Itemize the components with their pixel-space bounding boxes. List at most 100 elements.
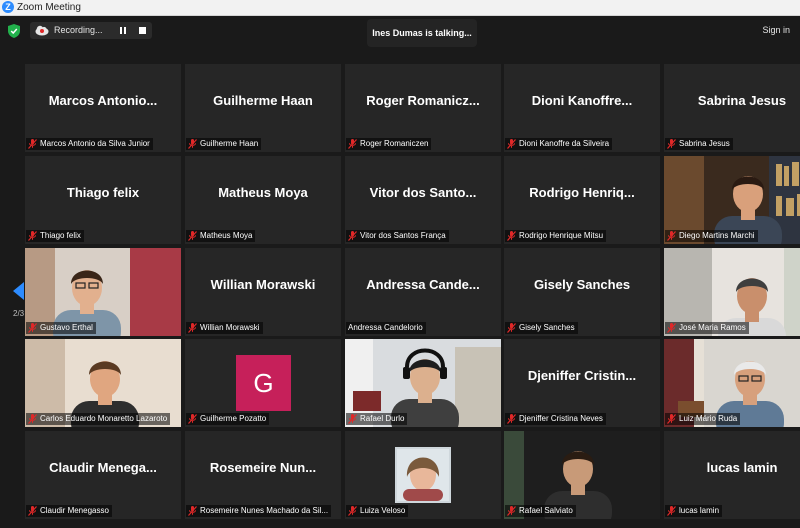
- participant-label-text: Guilherme Pozatto: [200, 414, 267, 423]
- participant-tile[interactable]: Luiza Veloso: [345, 431, 501, 519]
- meeting-topbar: Recording... Ines Dumas is talking... Si…: [0, 16, 800, 60]
- muted-mic-icon: [667, 230, 676, 241]
- active-speaker-banner: Ines Dumas is talking...: [367, 19, 477, 47]
- participant-tile[interactable]: Willian Morawski Willian Morawski: [185, 248, 341, 336]
- participant-tile[interactable]: Gisely Sanches Gisely Sanches: [504, 248, 660, 336]
- participant-name-label: Gustavo Erthal: [26, 322, 96, 334]
- previous-page-arrow-icon[interactable]: [13, 282, 24, 300]
- participant-display-name: Willian Morawski: [210, 277, 316, 292]
- participant-tile[interactable]: Andressa Cande... Andressa Candelorio: [345, 248, 501, 336]
- participant-tile[interactable]: Luiz Mário Ruda: [664, 339, 800, 427]
- participant-name-label: Rosemeire Nunes Machado da Sil...: [186, 505, 332, 517]
- muted-mic-icon: [348, 138, 357, 149]
- muted-mic-icon: [348, 230, 357, 241]
- participant-label-text: Luiz Mário Ruda: [679, 414, 738, 423]
- muted-mic-icon: [667, 413, 676, 424]
- participant-label-text: Andressa Candelorio: [348, 323, 423, 332]
- recording-label: Recording...: [54, 25, 103, 35]
- muted-mic-icon: [188, 322, 197, 333]
- participant-tile[interactable]: Djeniffer Cristin... Djeniffer Cristina …: [504, 339, 660, 427]
- participant-name-label: Gisely Sanches: [505, 322, 578, 334]
- participant-display-name: Guilherme Haan: [213, 93, 313, 108]
- muted-mic-icon: [507, 505, 516, 516]
- participant-label-text: Djeniffer Cristina Neves: [519, 414, 603, 423]
- participant-display-name: Claudir Menega...: [49, 460, 157, 475]
- muted-mic-icon: [507, 413, 516, 424]
- participant-tile[interactable]: Claudir Menega... Claudir Menegasso: [25, 431, 181, 519]
- participant-tile[interactable]: Rafael Salviato: [504, 431, 660, 519]
- participant-label-text: Rosemeire Nunes Machado da Sil...: [200, 506, 329, 515]
- participant-label-text: Marcos Antonio da Silva Junior: [40, 139, 150, 148]
- participant-name-label: Marcos Antonio da Silva Junior: [26, 138, 153, 150]
- stop-recording-button[interactable]: [139, 27, 146, 34]
- participant-label-text: Claudir Menegasso: [40, 506, 109, 515]
- participant-tile[interactable]: G Guilherme Pozatto: [185, 339, 341, 427]
- participant-name-label: José Maria Ramos: [665, 322, 749, 334]
- muted-mic-icon: [28, 505, 37, 516]
- recording-indicator: Recording...: [30, 22, 152, 39]
- participant-name-label: Diego Martins Marchi: [665, 230, 758, 242]
- participant-label-text: lucas lamin: [679, 506, 720, 515]
- participant-tile[interactable]: José Maria Ramos: [664, 248, 800, 336]
- participant-name-label: Vitor dos Santos França: [346, 230, 449, 242]
- window-title: Zoom Meeting: [17, 2, 81, 13]
- sign-in-link[interactable]: Sign in: [762, 25, 790, 35]
- participant-tile[interactable]: Rosemeire Nun... Rosemeire Nunes Machado…: [185, 431, 341, 519]
- zoom-logo-icon: Z: [2, 1, 14, 13]
- participant-display-name: Rodrigo Henriq...: [529, 185, 635, 200]
- participant-label-text: Guilherme Haan: [200, 139, 259, 148]
- participant-label-text: Gisely Sanches: [519, 323, 575, 332]
- participant-name-label: Claudir Menegasso: [26, 505, 112, 517]
- participant-name-label: Guilherme Haan: [186, 138, 262, 150]
- participant-tile[interactable]: Rodrigo Henriq... Rodrigo Henrique Mitsu: [504, 156, 660, 244]
- participant-name-label: Rafael Durlo: [346, 413, 408, 425]
- participant-label-text: Matheus Moya: [200, 231, 253, 240]
- participant-display-name: Marcos Antonio...: [48, 93, 158, 108]
- pause-recording-button[interactable]: [119, 26, 128, 35]
- muted-mic-icon: [348, 505, 357, 516]
- muted-mic-icon: [188, 230, 197, 241]
- participant-tile[interactable]: Vitor dos Santo... Vitor dos Santos Fran…: [345, 156, 501, 244]
- muted-mic-icon: [507, 138, 516, 149]
- participant-name-label: Djeniffer Cristina Neves: [505, 413, 606, 425]
- participant-label-text: Carlos Eduardo Monaretto Lazaroto: [40, 414, 168, 423]
- participant-label-text: Dioni Kanoffre da Silveira: [519, 139, 610, 148]
- cloud-recording-icon: [35, 25, 49, 36]
- participant-tile[interactable]: Marcos Antonio... Marcos Antonio da Silv…: [25, 64, 181, 152]
- profile-avatar: G: [236, 355, 291, 411]
- muted-mic-icon: [28, 138, 37, 149]
- participant-display-name: lucas lamin: [706, 460, 778, 475]
- participant-tile[interactable]: Dioni Kanoffre... Dioni Kanoffre da Silv…: [504, 64, 660, 152]
- participant-name-label: Willian Morawski: [186, 322, 263, 334]
- participant-display-name: Andressa Cande...: [366, 277, 480, 292]
- participant-tile[interactable]: Sabrina Jesus Sabrina Jesus: [664, 64, 800, 152]
- participant-name-label: Luiza Veloso: [346, 505, 409, 517]
- muted-mic-icon: [667, 505, 676, 516]
- muted-mic-icon: [667, 138, 676, 149]
- participant-display-name: Rosemeire Nun...: [209, 460, 317, 475]
- encryption-shield-icon[interactable]: [8, 24, 20, 38]
- participant-tile[interactable]: Roger Romanicz... Roger Romaniczen: [345, 64, 501, 152]
- participant-name-label: Matheus Moya: [186, 230, 256, 242]
- participant-name-label: Dioni Kanoffre da Silveira: [505, 138, 613, 150]
- muted-mic-icon: [28, 413, 37, 424]
- participant-tile[interactable]: lucas lamin lucas lamin: [664, 431, 800, 519]
- participant-display-name: Thiago felix: [66, 185, 140, 200]
- participant-display-name: Djeniffer Cristin...: [527, 368, 637, 383]
- muted-mic-icon: [507, 322, 516, 333]
- participant-tile[interactable]: Rafael Durlo: [345, 339, 501, 427]
- muted-mic-icon: [28, 322, 37, 333]
- participant-name-label: Guilherme Pozatto: [186, 413, 270, 425]
- participant-tile[interactable]: Carlos Eduardo Monaretto Lazaroto: [25, 339, 181, 427]
- participant-tile[interactable]: Thiago felix Thiago felix: [25, 156, 181, 244]
- participant-tile[interactable]: Gustavo Erthal: [25, 248, 181, 336]
- muted-mic-icon: [188, 505, 197, 516]
- muted-mic-icon: [188, 138, 197, 149]
- muted-mic-icon: [28, 230, 37, 241]
- participant-label-text: Roger Romaniczen: [360, 139, 429, 148]
- participant-tile[interactable]: Guilherme Haan Guilherme Haan: [185, 64, 341, 152]
- participant-tile[interactable]: Matheus Moya Matheus Moya: [185, 156, 341, 244]
- participant-label-text: José Maria Ramos: [679, 323, 746, 332]
- participant-tile[interactable]: Diego Martins Marchi: [664, 156, 800, 244]
- participant-name-label: Rafael Salviato: [505, 505, 576, 517]
